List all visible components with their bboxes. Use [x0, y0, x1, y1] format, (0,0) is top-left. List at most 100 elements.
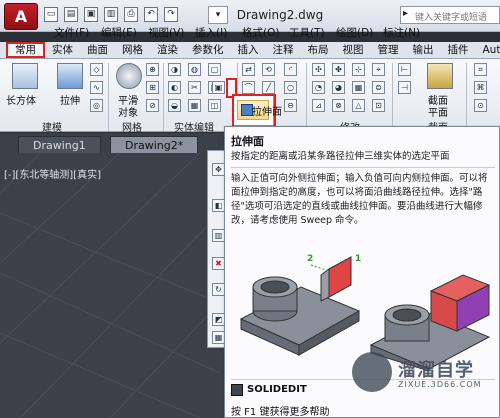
command-icon — [231, 384, 243, 396]
tab-plugins[interactable]: 插件 — [441, 42, 476, 58]
tab-solid[interactable]: 实体 — [45, 42, 80, 58]
tab-output[interactable]: 输出 — [406, 42, 441, 58]
arc-icon[interactable]: ◜ — [284, 63, 297, 76]
3d-rotate-icon[interactable]: ✤ — [332, 63, 345, 76]
extrude-faces-item-label: 拉伸面 — [252, 107, 282, 118]
intersect-icon[interactable]: ◒ — [168, 99, 181, 112]
search-input[interactable]: ▸ 键入关键字或短语 — [400, 6, 500, 24]
polyline-icon[interactable]: ⌒ — [242, 81, 255, 94]
interfere-icon[interactable]: ◍ — [188, 63, 201, 76]
revolve-icon[interactable]: ◎ — [90, 99, 103, 112]
3d-align-icon[interactable]: ⊹ — [352, 63, 365, 76]
tab-render[interactable]: 渲染 — [150, 42, 185, 58]
3d-mirror-icon[interactable]: ⌖ — [372, 63, 385, 76]
panel-modeling-label: 建模 — [42, 123, 62, 134]
imprint-icon[interactable]: ▢ — [208, 63, 221, 76]
chamfer-edge-icon[interactable]: ◕ — [332, 81, 345, 94]
trim-icon[interactable]: ⊗ — [332, 99, 345, 112]
mesh-refine-icon[interactable]: ⊞ — [146, 81, 159, 94]
fillet-edge-icon[interactable]: ◔ — [312, 81, 325, 94]
3d-move-icon[interactable]: ✣ — [312, 63, 325, 76]
right-cylinder-hole — [392, 308, 422, 322]
offset-icon[interactable]: ⊜ — [372, 81, 385, 94]
tab-view[interactable]: 视图 — [336, 42, 371, 58]
plane-label: 平面 — [428, 108, 448, 119]
scale-icon[interactable]: ⊿ — [312, 99, 325, 112]
ribbon-tabs: 常用 实体 曲面 网格 渲染 参数化 插入 注释 布局 视图 管理 输出 插件 … — [0, 42, 500, 59]
object-label: 对象 — [118, 108, 138, 119]
move-gizmo-icon[interactable]: ⇄ — [242, 63, 255, 76]
box-icon[interactable] — [12, 63, 38, 89]
menu-dimension[interactable]: 标注(N) — [383, 24, 430, 42]
ellipse-icon[interactable]: ⊖ — [284, 99, 297, 112]
view-icon[interactable]: ⊙ — [474, 99, 487, 112]
menu-view[interactable]: 视图(V) — [148, 24, 195, 42]
extrude-button-label: 拉伸 — [60, 96, 80, 107]
red-face-icon — [328, 256, 352, 298]
mesh-crease-icon[interactable]: ⊘ — [146, 99, 159, 112]
watermark-subtext: ZIXUE.3D66.COM — [398, 380, 482, 389]
tooltip-summary: 按指定的距离或沿某条路径拉伸三维实体的选定平面 — [231, 151, 450, 162]
smooth-object-icon[interactable] — [116, 63, 142, 89]
tab-annotate[interactable]: 注释 — [266, 42, 301, 58]
sweep-icon[interactable]: ∿ — [90, 81, 103, 94]
extrude-illustration: 2 1 — [239, 254, 491, 371]
tab-autocad[interactable]: Autoc — [476, 42, 500, 58]
rotate-gizmo-icon[interactable]: ⟲ — [262, 63, 275, 76]
watermark-logo-icon — [352, 352, 392, 392]
marker-2: 2 — [307, 254, 313, 264]
ucs-icon[interactable]: ⌘ — [474, 81, 487, 94]
mesh-smooth-more-icon[interactable]: ⊕ — [146, 63, 159, 76]
slice-icon[interactable]: ✂ — [188, 81, 201, 94]
section-plane-icon[interactable] — [427, 63, 453, 89]
path-arrow — [310, 264, 330, 272]
line-icon[interactable]: ╱ — [262, 81, 275, 94]
loft-icon[interactable]: ◇ — [90, 63, 103, 76]
tooltip-command: SOLIDEDIT — [247, 384, 307, 395]
panel-divider — [306, 63, 307, 131]
menu-bar: 文件(F) 编辑(E) 视图(V) 插入(I) 格式(O) 工具(T) 绘图(D… — [0, 24, 500, 42]
circle-icon[interactable]: ○ — [284, 81, 297, 94]
doc-tab-drawing1[interactable]: Drawing1 — [18, 136, 101, 153]
search-icon: ▸ — [403, 8, 409, 19]
tab-surface[interactable]: 曲面 — [80, 42, 115, 58]
watermark-text: 溜溜自学 — [398, 360, 474, 381]
menu-tools[interactable]: 工具(T) — [289, 24, 336, 42]
left-cylinder-hole — [260, 280, 290, 294]
panel-mesh-label: 网格 — [122, 123, 142, 134]
thicken-icon[interactable]: ▦ — [188, 99, 201, 112]
tab-insert[interactable]: 插入 — [231, 42, 266, 58]
extend-icon[interactable]: △ — [352, 99, 365, 112]
tab-manage[interactable]: 管理 — [371, 42, 406, 58]
menu-insert[interactable]: 插入(I) — [195, 24, 242, 42]
tab-mesh[interactable]: 网格 — [115, 42, 150, 58]
panel-divider — [108, 63, 109, 131]
extrude-faces-icon[interactable]: ▣ — [212, 81, 225, 94]
tooltip-description: 输入正值可向外侧拉伸面；输入负值可向内侧拉伸面。可以将面拉伸到指定的高度，也可以… — [231, 173, 488, 226]
menu-file[interactable]: 文件(F) — [54, 24, 101, 42]
tab-parametric[interactable]: 参数化 — [185, 42, 231, 58]
section-line-icon[interactable]: ⊢ — [398, 63, 411, 76]
section-plane-small-icon[interactable]: ⊣ — [398, 81, 411, 94]
union-icon[interactable]: ◑ — [168, 63, 181, 76]
panel-divider — [163, 63, 164, 131]
separate-icon[interactable]: ◫ — [208, 99, 221, 112]
tab-layout[interactable]: 布局 — [301, 42, 336, 58]
panel-divider — [392, 63, 393, 131]
tooltip-divider — [231, 167, 495, 168]
search-placeholder: 键入关键字或短语 — [415, 13, 488, 23]
doc-tab-drawing2[interactable]: Drawing2* — [110, 136, 199, 153]
subtract-icon[interactable]: ◐ — [168, 81, 181, 94]
viewport-label[interactable]: [-][东北等轴测][真实] — [4, 166, 101, 181]
tooltip-title: 拉伸面 — [231, 135, 264, 148]
stretch-icon[interactable]: ⊡ — [372, 99, 385, 112]
menu-draw[interactable]: 绘图(D) — [336, 24, 383, 42]
extrude-icon[interactable] — [57, 63, 83, 89]
tab-home[interactable]: 常用 — [6, 42, 45, 58]
coordinate-icon[interactable]: ⌗ — [474, 63, 487, 76]
tooltip-help: 按 F1 键获得更多帮助 — [231, 407, 330, 418]
menu-format[interactable]: 格式(O) — [242, 24, 289, 42]
menu-edit[interactable]: 编辑(E) — [101, 24, 148, 42]
array-icon[interactable]: ▦ — [352, 81, 365, 94]
panel-solid-editing-label: 实体编辑 — [174, 123, 214, 134]
